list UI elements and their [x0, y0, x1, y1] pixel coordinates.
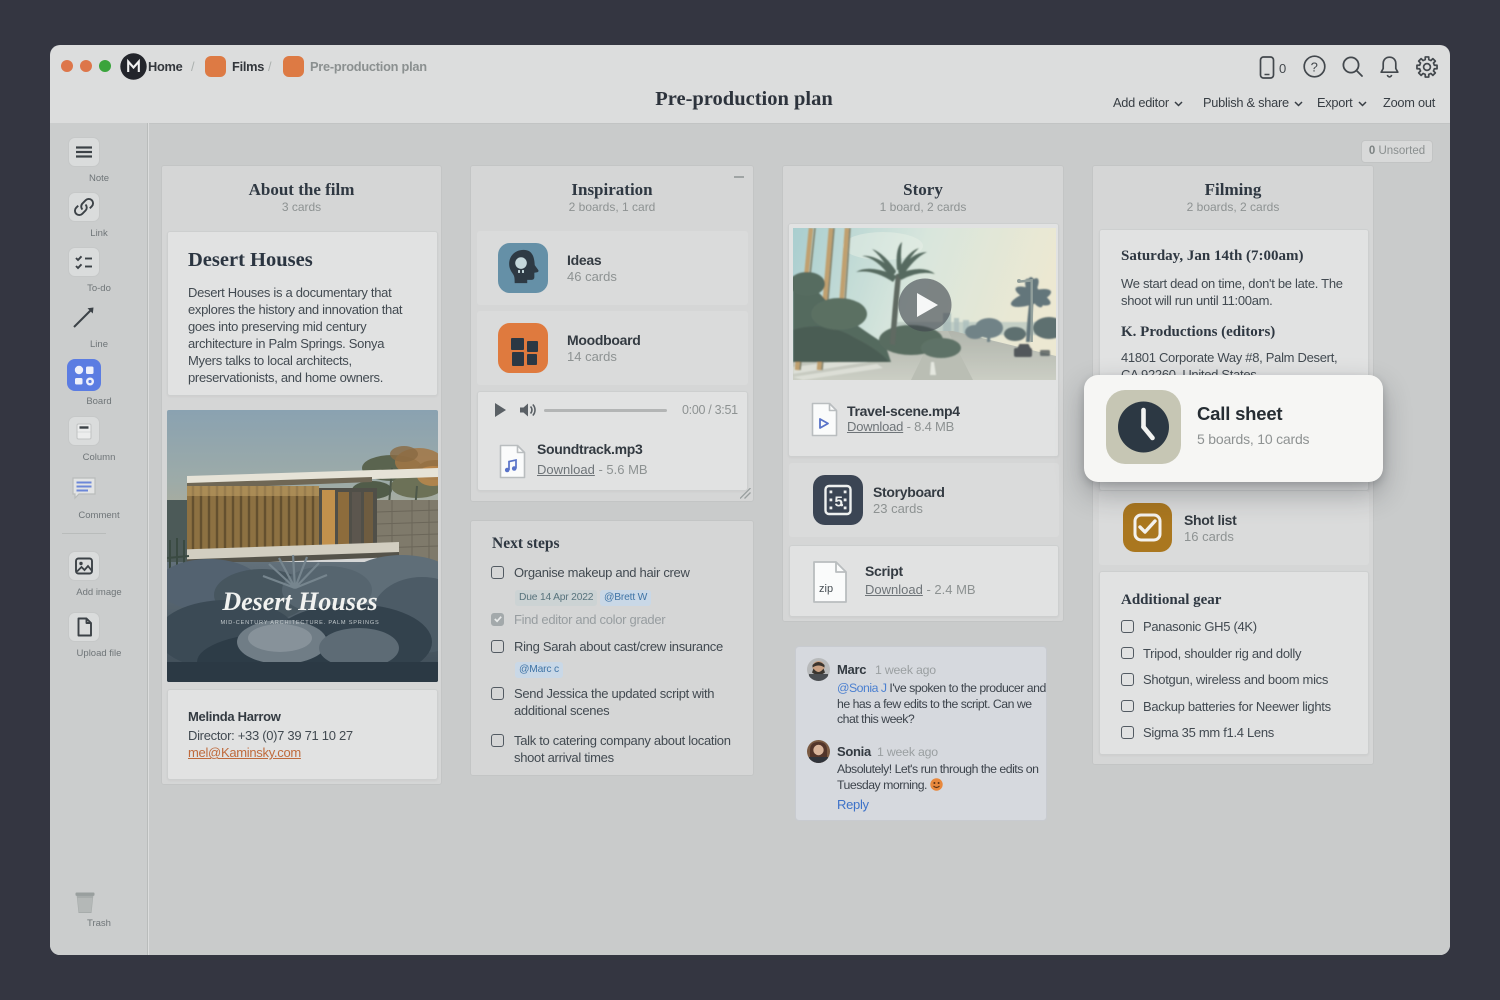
svg-text:?: ? — [1311, 59, 1318, 74]
svg-text:MID-CENTURY ARCHITECTURE. PALM: MID-CENTURY ARCHITECTURE. PALM SPRINGS — [220, 620, 379, 626]
svg-text:zip: zip — [819, 583, 833, 595]
svg-text:5: 5 — [835, 494, 843, 511]
svg-text:Desert Houses: Desert Houses — [221, 587, 377, 616]
svg-text:0: 0 — [1279, 61, 1286, 76]
